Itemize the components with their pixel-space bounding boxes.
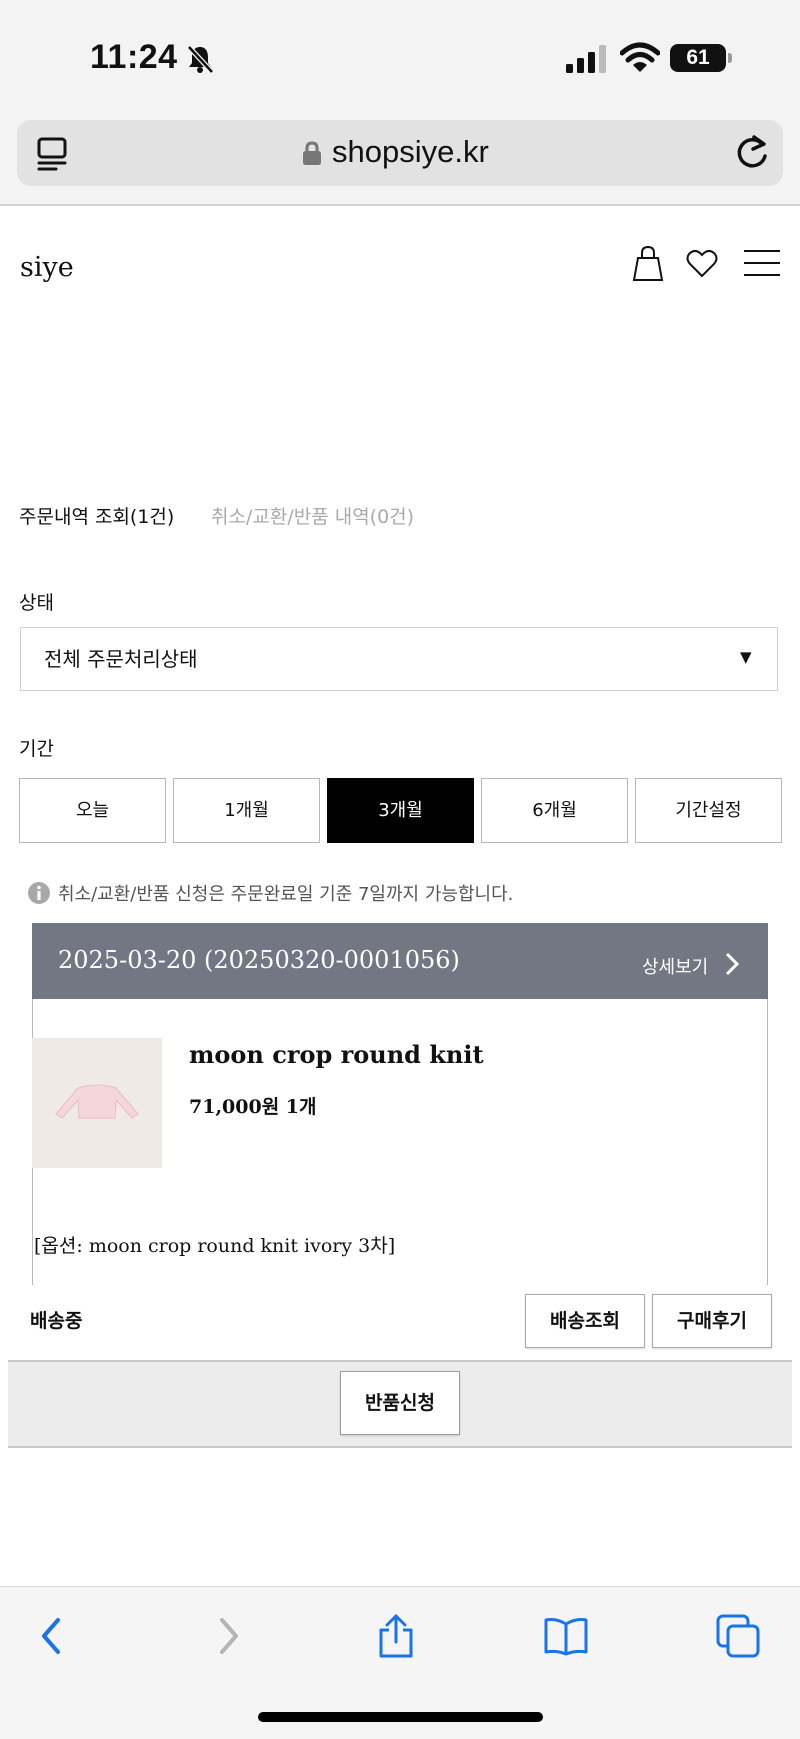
- track-delivery-button[interactable]: 배송조회: [525, 1294, 645, 1348]
- back-icon[interactable]: [30, 1614, 74, 1658]
- lock-icon: [303, 141, 321, 165]
- signal-icon: [566, 45, 606, 73]
- bookmarks-icon[interactable]: [544, 1614, 588, 1658]
- write-review-button[interactable]: 구매후기: [652, 1294, 772, 1348]
- bell-slash-icon: [187, 45, 214, 74]
- battery-tip: [728, 53, 732, 63]
- period-custom-button[interactable]: 기간설정: [635, 778, 782, 843]
- forward-icon[interactable]: [206, 1614, 250, 1658]
- tab-orders[interactable]: 주문내역 조회(1건): [19, 502, 174, 529]
- site-logo[interactable]: siye: [20, 252, 74, 283]
- url-text[interactable]: shopsiye.kr: [332, 134, 489, 170]
- battery-level: 61: [670, 44, 726, 72]
- tabs-icon[interactable]: [716, 1614, 760, 1658]
- delivery-status: 배송중: [30, 1310, 83, 1332]
- period-label: 기간: [19, 738, 54, 760]
- notice-text: 취소/교환/반품 신청은 주문완료일 기준 7일까지 가능합니다.: [58, 884, 514, 905]
- home-indicator: [258, 1712, 543, 1722]
- menu-icon[interactable]: [742, 248, 782, 278]
- info-icon: [28, 882, 50, 904]
- bag-icon[interactable]: [630, 244, 666, 282]
- product-option: [옵션: moon crop round knit ivory 3차]: [34, 1235, 396, 1257]
- status-label: 상태: [19, 592, 54, 614]
- order-id: 2025-03-20 (20250320-0001056): [58, 946, 460, 974]
- reload-icon[interactable]: [734, 134, 770, 172]
- status-select-value: 전체 주문처리상태: [44, 647, 198, 671]
- wifi-icon: [620, 42, 660, 72]
- period-today-button[interactable]: 오늘: [19, 778, 166, 843]
- product-price-qty: 71,000원 1개: [189, 1096, 317, 1118]
- return-request-button[interactable]: 반품신청: [340, 1371, 460, 1435]
- product-image[interactable]: [32, 1038, 162, 1168]
- chevron-right-icon[interactable]: [724, 952, 740, 976]
- product-name[interactable]: moon crop round knit: [189, 1040, 484, 1069]
- share-icon[interactable]: [374, 1614, 418, 1658]
- status-time: 11:24: [90, 38, 178, 76]
- heart-icon[interactable]: [686, 248, 718, 278]
- status-select[interactable]: 전체 주문처리상태: [20, 627, 778, 691]
- order-detail-link[interactable]: 상세보기: [642, 953, 708, 979]
- period-1month-button[interactable]: 1개월: [173, 778, 320, 843]
- tabs-overview-icon[interactable]: [36, 136, 70, 172]
- period-3month-button[interactable]: 3개월: [327, 778, 474, 843]
- dropdown-arrow-icon: ▼: [740, 648, 752, 666]
- period-6month-button[interactable]: 6개월: [481, 778, 628, 843]
- tab-cancel-history[interactable]: 취소/교환/반품 내역(0건): [211, 502, 414, 529]
